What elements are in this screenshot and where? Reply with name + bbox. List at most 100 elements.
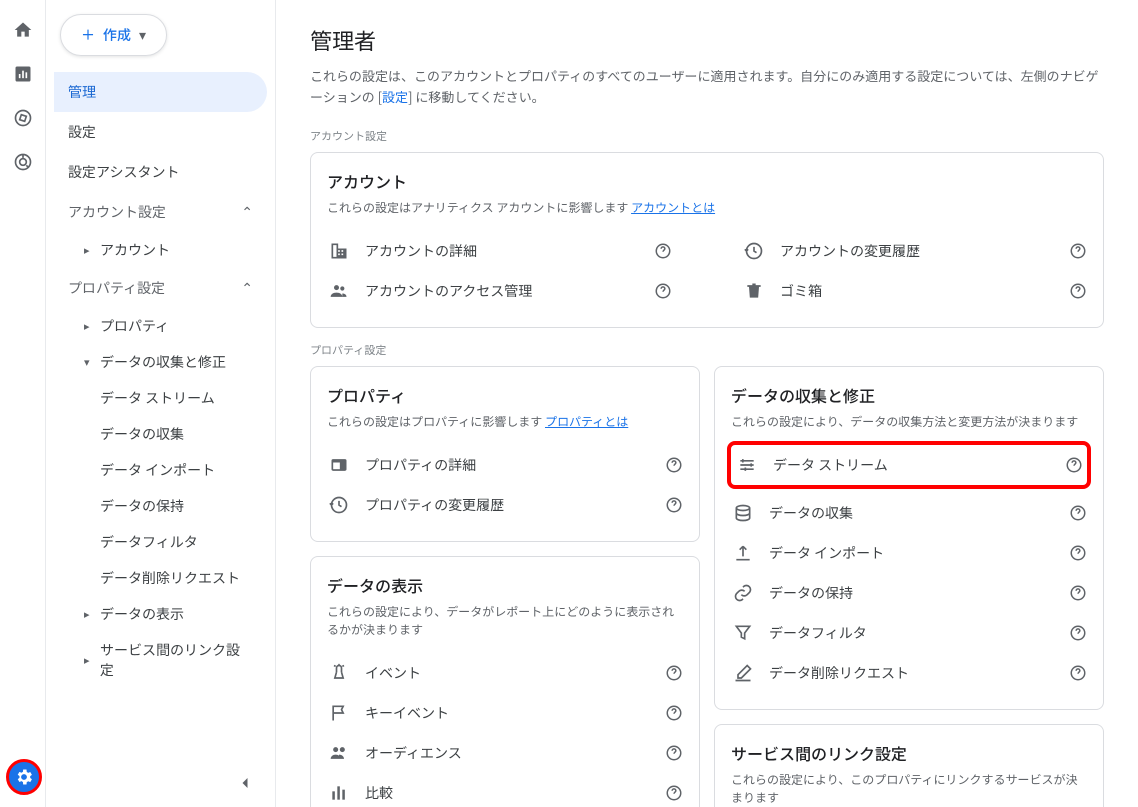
nav-setup-assistant[interactable]: 設定アシスタント xyxy=(54,152,267,192)
nav-section-property[interactable]: プロパティ設定 ⌃ xyxy=(54,268,267,308)
row-property-history[interactable]: プロパティの変更履歴 xyxy=(327,485,683,525)
people-icon xyxy=(327,281,351,301)
create-button[interactable]: ＋ 作成 ▾ xyxy=(60,14,167,56)
help-icon[interactable] xyxy=(1069,282,1087,300)
card-data-display-desc: これらの設定により、データがレポート上にどのように表示されるかが決まります xyxy=(327,603,683,639)
caret-down-icon: ▾ xyxy=(84,354,92,370)
card-data-display: データの表示 これらの設定により、データがレポート上にどのように表示されるかが決… xyxy=(310,556,700,807)
nav-account-label: アカウント xyxy=(100,240,170,260)
nav-section-account[interactable]: アカウント設定 ⌃ xyxy=(54,192,267,232)
collapse-sidebar-icon[interactable] xyxy=(235,773,255,793)
nav-data-collect[interactable]: データの収集 xyxy=(54,416,267,452)
property-link[interactable]: プロパティとは xyxy=(545,413,628,430)
row-trash[interactable]: ゴミ箱 xyxy=(742,271,1087,311)
row-data-import[interactable]: データ インポート xyxy=(731,533,1087,573)
card-dc-desc: これらの設定により、データの収集方法と変更方法が決まります xyxy=(731,413,1087,431)
nav-account[interactable]: ▸ アカウント xyxy=(54,232,267,268)
help-icon[interactable] xyxy=(1069,584,1087,602)
row-key-events[interactable]: キーイベント xyxy=(327,693,683,733)
row-label: オーディエンス xyxy=(365,743,665,763)
main-content: 管理者 これらの設定は、このアカウントとプロパティのすべてのユーザーに適用されま… xyxy=(276,0,1138,807)
help-icon[interactable] xyxy=(1069,242,1087,260)
row-events[interactable]: イベント xyxy=(327,653,683,693)
help-icon[interactable] xyxy=(1069,544,1087,562)
card-account-desc: これらの設定はアナリティクス アカウントに影響します アカウントとは xyxy=(327,199,1087,217)
row-data-filter[interactable]: データフィルタ xyxy=(731,613,1087,653)
row-label: アカウントのアクセス管理 xyxy=(365,281,654,301)
row-data-streams[interactable]: データ ストリーム xyxy=(735,445,1083,485)
row-label: データの収集 xyxy=(769,503,1069,523)
nav-property[interactable]: ▸プロパティ xyxy=(54,308,267,344)
nav-admin[interactable]: 管理 xyxy=(54,72,267,112)
card-links-desc: これらの設定により、このプロパティにリンクするサービスが決まります xyxy=(731,771,1087,807)
domain-icon xyxy=(327,241,351,261)
row-account-access[interactable]: アカウントのアクセス管理 xyxy=(327,271,672,311)
row-property-details[interactable]: プロパティの詳細 xyxy=(327,445,683,485)
touch-icon xyxy=(327,663,351,683)
row-label: プロパティの変更履歴 xyxy=(365,495,665,515)
help-icon[interactable] xyxy=(1069,624,1087,642)
row-label: イベント xyxy=(365,663,665,683)
caret-down-icon: ▾ xyxy=(139,25,146,45)
link-icon xyxy=(731,583,755,603)
help-icon[interactable] xyxy=(654,282,672,300)
flag-icon xyxy=(327,703,351,723)
help-icon[interactable] xyxy=(665,744,683,762)
row-data-retention[interactable]: データの保持 xyxy=(731,573,1087,613)
account-link[interactable]: アカウントとは xyxy=(631,199,715,216)
desc-pre: これらの設定はプロパティに影響します xyxy=(327,413,545,430)
row-label: データ削除リクエスト xyxy=(769,663,1069,683)
help-icon[interactable] xyxy=(665,784,683,802)
nav-data-filter[interactable]: データフィルタ xyxy=(54,524,267,560)
section-label-property: プロパティ設定 xyxy=(310,342,1104,358)
history-icon xyxy=(742,241,766,261)
explore-icon[interactable] xyxy=(13,108,33,128)
card-account-title: アカウント xyxy=(327,169,1087,193)
nav-data-collection[interactable]: ▾データの収集と修正 xyxy=(54,344,267,380)
row-data-collect[interactable]: データの収集 xyxy=(731,493,1087,533)
card-account: アカウント これらの設定はアナリティクス アカウントに影響します アカウントとは… xyxy=(310,152,1104,328)
row-compare[interactable]: 比較 xyxy=(327,773,683,807)
help-icon[interactable] xyxy=(1069,664,1087,682)
home-icon[interactable] xyxy=(13,20,33,40)
help-icon[interactable] xyxy=(665,704,683,722)
row-data-delete[interactable]: データ削除リクエスト xyxy=(731,653,1087,693)
nav-data-streams[interactable]: データ ストリーム xyxy=(54,380,267,416)
row-account-history[interactable]: アカウントの変更履歴 xyxy=(742,231,1087,271)
row-audiences[interactable]: オーディエンス xyxy=(327,733,683,773)
row-label: ゴミ箱 xyxy=(780,281,1069,301)
row-label: アカウントの変更履歴 xyxy=(780,241,1069,261)
card-property: プロパティ これらの設定はプロパティに影響します プロパティとは プロパティの詳… xyxy=(310,366,700,542)
nav-settings[interactable]: 設定 xyxy=(54,112,267,152)
nav-data-import[interactable]: データ インポート xyxy=(54,452,267,488)
help-icon[interactable] xyxy=(665,456,683,474)
nav-data-display-label: データの表示 xyxy=(100,604,184,624)
page-subtitle: これらの設定は、このアカウントとプロパティのすべてのユーザーに適用されます。自分… xyxy=(310,66,1104,108)
row-label: データ ストリーム xyxy=(773,455,1065,475)
help-icon[interactable] xyxy=(1065,456,1083,474)
database-icon xyxy=(731,503,755,523)
card-account-desc-pre: これらの設定はアナリティクス アカウントに影響します xyxy=(327,199,631,216)
reports-icon[interactable] xyxy=(13,64,33,84)
nav-section-property-label: プロパティ設定 xyxy=(68,278,165,298)
nav-section-account-label: アカウント設定 xyxy=(68,202,166,222)
help-icon[interactable] xyxy=(665,664,683,682)
card-data-display-title: データの表示 xyxy=(327,573,683,597)
sidebar: ＋ 作成 ▾ 管理 設定 設定アシスタント アカウント設定 ⌃ ▸ アカウント プ… xyxy=(46,0,276,807)
help-icon[interactable] xyxy=(665,496,683,514)
row-label: 比較 xyxy=(365,783,665,803)
upload-icon xyxy=(731,543,755,563)
nav-data-retention[interactable]: データの保持 xyxy=(54,488,267,524)
nav-data-display[interactable]: ▸データの表示 xyxy=(54,596,267,632)
row-account-details[interactable]: アカウントの詳細 xyxy=(327,231,672,271)
nav-links[interactable]: ▸サービス間のリンク設定 xyxy=(54,632,267,688)
help-icon[interactable] xyxy=(654,242,672,260)
nav-links-label: サービス間のリンク設定 xyxy=(100,640,253,680)
nav-data-delete[interactable]: データ削除リクエスト xyxy=(54,560,267,596)
admin-gear-icon[interactable] xyxy=(6,759,42,795)
subtitle-link[interactable]: 設定 xyxy=(382,87,408,106)
advertising-icon[interactable] xyxy=(13,152,33,172)
caret-right-icon: ▸ xyxy=(84,242,92,258)
help-icon[interactable] xyxy=(1069,504,1087,522)
filter-icon xyxy=(731,623,755,643)
